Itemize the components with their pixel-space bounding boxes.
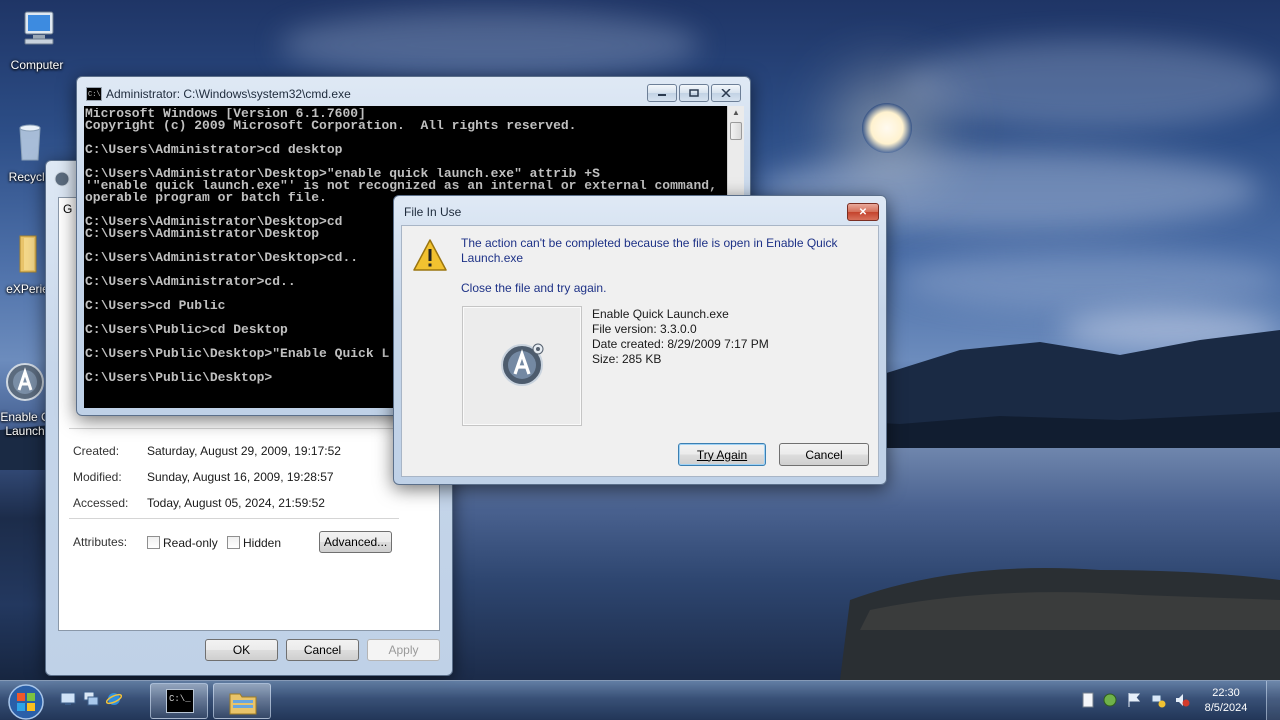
scroll-up-icon[interactable]: ▲ — [731, 108, 741, 118]
clock-time: 22:30 — [1212, 687, 1240, 699]
tab-general[interactable]: G — [63, 202, 72, 216]
divider — [69, 518, 399, 519]
minimize-icon — [658, 94, 666, 96]
network-tray-icon[interactable] — [1150, 692, 1166, 708]
file-version: File version: 3.3.0.0 — [592, 322, 697, 336]
enable-quick-launch-icon — [501, 343, 544, 386]
close-button[interactable] — [711, 84, 741, 102]
restore-icon — [689, 89, 699, 97]
moon — [862, 103, 912, 153]
file-thumbnail — [462, 306, 582, 426]
accessed-label: Accessed: — [73, 496, 129, 510]
console-line: Copyright (c) 2009 Microsoft Corporation… — [85, 120, 577, 132]
cancel-button[interactable]: Cancel — [286, 639, 359, 661]
show-desktop-icon[interactable] — [60, 691, 76, 707]
folder-icon — [229, 693, 257, 715]
cmd-icon: C:\ — [86, 87, 102, 101]
try-again-button[interactable]: Try Again — [678, 443, 766, 466]
dialog-instruction: Close the file and try again. — [461, 281, 607, 295]
apply-button: Apply — [367, 639, 440, 661]
restore-button[interactable] — [679, 84, 709, 102]
desktop-icon-computer[interactable]: Computer — [0, 8, 74, 72]
computer-icon — [24, 11, 54, 45]
console-line: '"enable quick launch.exe"' is not recog… — [85, 180, 717, 192]
console-line: C:\Users\Administrator>cd desktop — [85, 144, 343, 156]
dialog-title: File In Use — [404, 205, 462, 219]
svg-text:C:\_: C:\_ — [169, 694, 191, 704]
desktop-icon-label: Computer — [10, 58, 64, 72]
switch-windows-icon[interactable] — [83, 691, 99, 707]
accessed-value: Today, August 05, 2024, 21:59:52 — [147, 496, 325, 510]
start-button[interactable] — [4, 681, 48, 720]
modified-value: Sunday, August 16, 2009, 19:28:57 — [147, 470, 334, 484]
console-line: Microsoft Windows [Version 6.1.7600] — [85, 108, 366, 120]
file-date-created: Date created: 8/29/2009 7:17 PM — [592, 337, 769, 351]
svg-text:C:\: C:\ — [88, 91, 101, 99]
close-icon: ✕ — [858, 206, 868, 218]
close-icon — [721, 89, 731, 97]
file-size: Size: 285 KB — [592, 352, 662, 366]
modified-label: Modified: — [73, 470, 122, 484]
hidden-label[interactable]: Hidden — [243, 536, 281, 550]
created-label: Created: — [73, 444, 120, 458]
taskbar-clock[interactable]: 22:30 8/5/2024 — [1196, 686, 1256, 716]
minimize-button[interactable] — [647, 84, 677, 102]
show-desktop-button[interactable] — [1266, 681, 1280, 720]
divider — [69, 428, 399, 429]
scroll-thumb[interactable] — [730, 122, 742, 140]
file-name: Enable Quick Launch.exe — [592, 307, 729, 321]
hidden-checkbox[interactable] — [227, 536, 240, 549]
taskbar-explorer-button[interactable] — [213, 683, 271, 719]
dialog-close-button[interactable]: ✕ — [847, 203, 879, 221]
advanced-button[interactable]: Advanced... — [319, 531, 392, 553]
document-tray-icon[interactable] — [1080, 692, 1096, 708]
readonly-label[interactable]: Read-only — [163, 536, 218, 550]
try-again-label: Try Again — [696, 447, 748, 462]
warning-icon — [413, 239, 447, 271]
cmd-icon: C:\_ — [166, 689, 194, 713]
volume-muted-icon[interactable] — [1174, 692, 1190, 708]
shoreline — [840, 568, 1280, 680]
enable-quick-launch-icon — [6, 363, 44, 401]
desktop-icon-label: Enable C Launch — [0, 410, 49, 438]
security-tray-icon[interactable] — [1102, 692, 1118, 708]
created-value: Saturday, August 29, 2009, 19:17:52 — [147, 444, 341, 458]
recycle-bin-icon — [19, 124, 41, 161]
dialog-body: The action can't be completed because th… — [401, 225, 879, 477]
dialog-message: The action can't be completed because th… — [461, 236, 838, 265]
file-in-use-dialog: File In Use ✕ The action can't be comple… — [393, 195, 887, 485]
taskbar: C:\_ 22:30 8/5/2024 — [0, 680, 1280, 720]
action-center-flag-icon[interactable] — [1126, 692, 1142, 708]
cmd-title: Administrator: C:\Windows\system32\cmd.e… — [106, 87, 351, 101]
attributes-label: Attributes: — [73, 535, 128, 549]
folder-icon — [19, 235, 36, 273]
ok-button[interactable]: OK — [205, 639, 278, 661]
app-small-icon — [54, 171, 70, 187]
taskbar-cmd-button[interactable]: C:\_ — [150, 683, 208, 719]
clock-date: 8/5/2024 — [1204, 702, 1248, 714]
dialog-cancel-button[interactable]: Cancel — [779, 443, 869, 466]
console-line: C:\Users\Administrator\Desktop>"enable q… — [85, 168, 600, 180]
internet-explorer-icon[interactable] — [106, 691, 122, 707]
readonly-checkbox[interactable] — [147, 536, 160, 549]
desktop-icon-enable-quick-launch[interactable]: Enable C Launch — [0, 346, 50, 452]
start-orb-icon — [8, 684, 44, 720]
